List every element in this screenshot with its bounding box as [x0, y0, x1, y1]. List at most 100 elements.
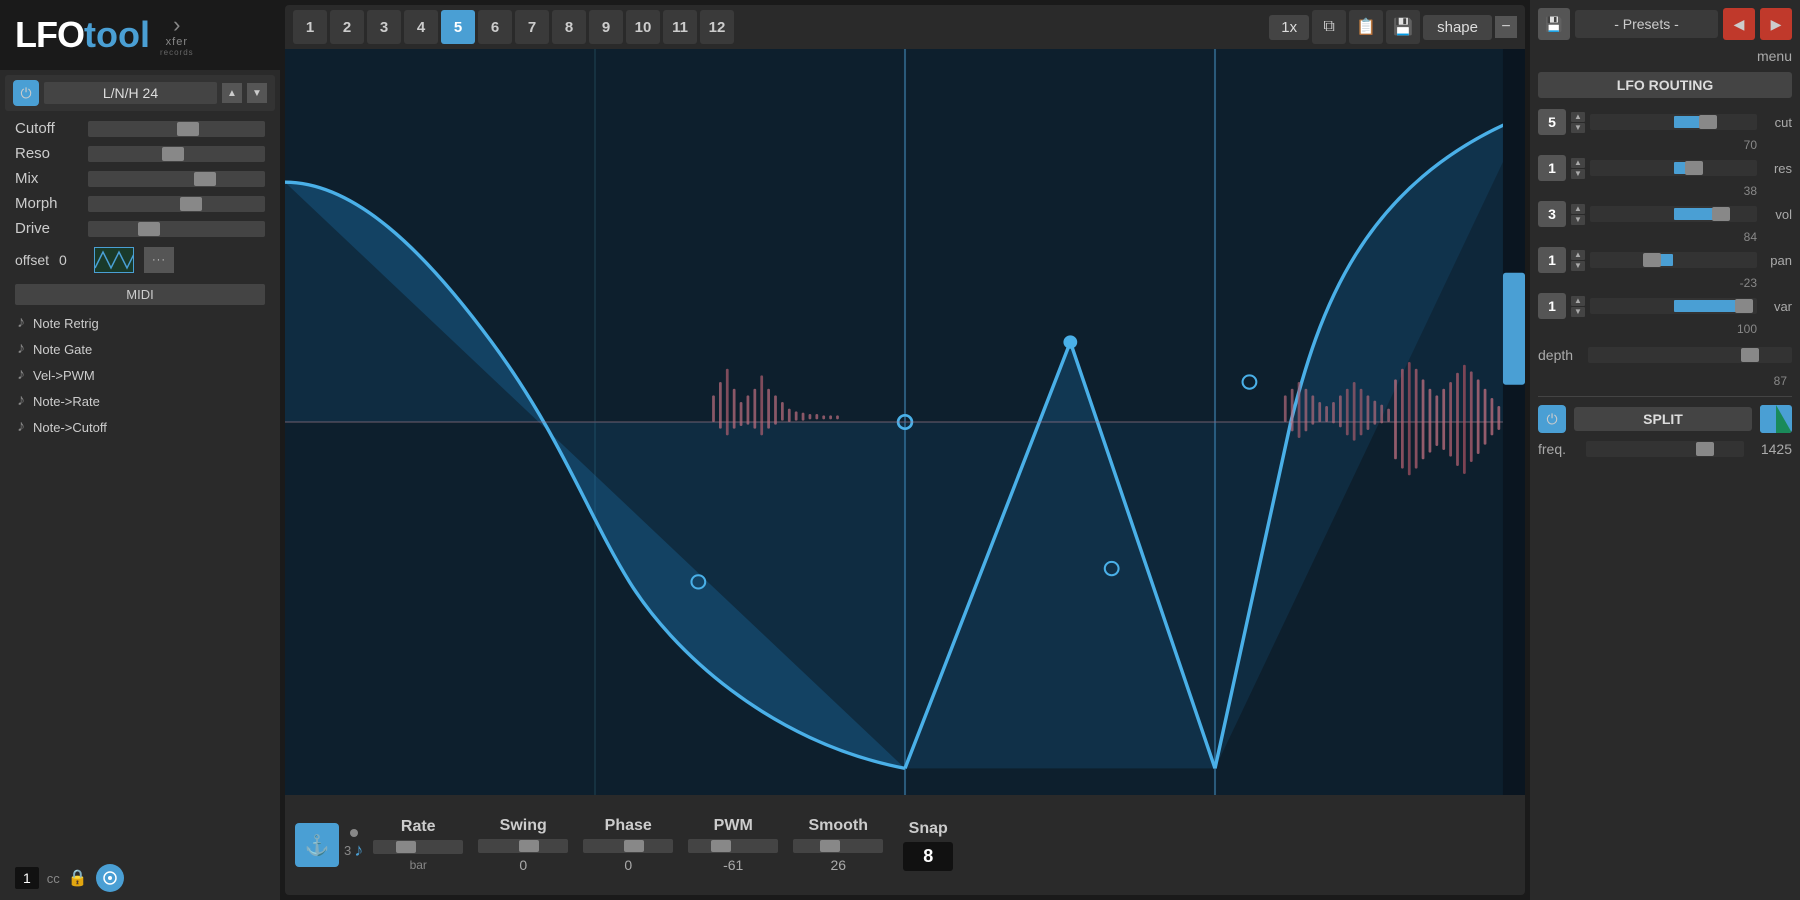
midi-note-gate[interactable]: ♪ Note Gate	[15, 336, 265, 362]
preset-up-arrow[interactable]: ▲	[222, 83, 242, 103]
drive-label: Drive	[15, 220, 80, 237]
lfo-display[interactable]	[285, 49, 1525, 795]
phase-slider[interactable]	[583, 839, 673, 853]
rate-group: Rate bar	[368, 818, 468, 872]
cc-value-box[interactable]: 1	[15, 867, 39, 889]
routing-vol-num[interactable]: 3	[1538, 201, 1566, 227]
tab-11[interactable]: 11	[663, 10, 697, 44]
morph-slider[interactable]	[88, 196, 265, 212]
midi-note-cutoff[interactable]: ♪ Note->Cutoff	[15, 414, 265, 440]
freq-thumb	[1696, 442, 1714, 456]
pwm-slider[interactable]	[688, 839, 778, 853]
cut-routing-slider[interactable]	[1590, 114, 1757, 130]
anchor-button[interactable]: ⚓	[295, 823, 339, 867]
note-icon-5: ♪	[17, 418, 25, 436]
var-step-down[interactable]: ▼	[1571, 307, 1585, 317]
swing-label: Swing	[500, 817, 547, 835]
tab-6[interactable]: 6	[478, 10, 512, 44]
vol-routing-slider[interactable]	[1590, 206, 1757, 222]
var-fill	[1674, 300, 1741, 312]
copy-icon[interactable]: ⧉	[1312, 10, 1346, 44]
tabs-bar: 1 2 3 4 5 6 7 8 9 10 11 12 1x ⧉ 📋 💾 shap…	[285, 5, 1525, 49]
center-panel: 1 2 3 4 5 6 7 8 9 10 11 12 1x ⧉ 📋 💾 shap…	[280, 0, 1530, 900]
tab-1[interactable]: 1	[293, 10, 327, 44]
right-panel: 💾 - Presets - ◀ ▶ menu LFO ROUTING 5 ▲ ▼…	[1530, 0, 1800, 900]
rate-slider[interactable]	[373, 840, 463, 854]
cut-step-down[interactable]: ▼	[1571, 123, 1585, 133]
routing-res-num[interactable]: 1	[1538, 155, 1566, 181]
save-icon[interactable]: 💾	[1386, 10, 1420, 44]
filter-power-button[interactable]: ⏻	[13, 80, 39, 106]
pan-routing-slider[interactable]	[1590, 252, 1757, 268]
tab-4[interactable]: 4	[404, 10, 438, 44]
preset-next-button[interactable]: ▶	[1760, 8, 1792, 40]
cutoff-slider[interactable]	[88, 121, 265, 137]
drive-slider[interactable]	[88, 221, 265, 237]
beat-number[interactable]: 3	[344, 843, 351, 858]
target-button[interactable]	[96, 864, 124, 892]
routing-var-row: 1 ▲ ▼ var	[1538, 290, 1792, 322]
routing-var-num[interactable]: 1	[1538, 293, 1566, 319]
reso-thumb	[162, 147, 184, 161]
depth-label: depth	[1538, 347, 1583, 363]
freq-slider[interactable]	[1586, 441, 1744, 457]
lock-icon[interactable]: 🔒	[68, 868, 88, 888]
tab-8[interactable]: 8	[552, 10, 586, 44]
lfo-waveform-svg	[285, 49, 1525, 795]
smooth-group: Smooth 26	[788, 817, 888, 873]
tab-7[interactable]: 7	[515, 10, 549, 44]
tab-2[interactable]: 2	[330, 10, 364, 44]
rate-label: Rate	[401, 818, 436, 836]
midi-note-rate[interactable]: ♪ Note->Rate	[15, 388, 265, 414]
pan-step-up[interactable]: ▲	[1571, 250, 1585, 260]
tab-3[interactable]: 3	[367, 10, 401, 44]
mix-slider[interactable]	[88, 171, 265, 187]
beat-controls: 3 ♪	[344, 829, 363, 861]
routing-pan-num[interactable]: 1	[1538, 247, 1566, 273]
midi-note-retrig[interactable]: ♪ Note Retrig	[15, 310, 265, 336]
vol-step-up[interactable]: ▲	[1571, 204, 1585, 214]
routing-res-row: 1 ▲ ▼ res	[1538, 152, 1792, 184]
tab-12[interactable]: 12	[700, 10, 734, 44]
preset-down-arrow[interactable]: ▼	[247, 83, 267, 103]
offset-row: offset 0 ···	[0, 241, 280, 279]
tab-9[interactable]: 9	[589, 10, 623, 44]
filter-preset-name[interactable]: L/N/H 24	[44, 82, 217, 104]
var-routing-slider[interactable]	[1590, 298, 1757, 314]
split-hf-icon[interactable]	[1760, 405, 1792, 433]
midi-vel-pwm[interactable]: ♪ Vel->PWM	[15, 362, 265, 388]
routing-var-stepper: ▲ ▼	[1571, 296, 1585, 317]
dots-button[interactable]: ···	[144, 247, 174, 273]
var-step-up[interactable]: ▲	[1571, 296, 1585, 306]
menu-label[interactable]: menu	[1757, 48, 1792, 64]
offset-value[interactable]: 0	[59, 252, 84, 268]
reso-slider[interactable]	[88, 146, 265, 162]
cut-label: cut	[1762, 115, 1792, 130]
mini-lfo-display[interactable]	[94, 247, 134, 273]
preset-prev-button[interactable]: ◀	[1723, 8, 1755, 40]
routing-cut-num[interactable]: 5	[1538, 109, 1566, 135]
res-step-up[interactable]: ▲	[1571, 158, 1585, 168]
pan-label: pan	[1762, 253, 1792, 268]
pan-step-down[interactable]: ▼	[1571, 261, 1585, 271]
presets-dropdown[interactable]: - Presets -	[1575, 10, 1718, 38]
minus-button[interactable]: −	[1495, 16, 1517, 38]
cut-step-up[interactable]: ▲	[1571, 112, 1585, 122]
tab-10[interactable]: 10	[626, 10, 660, 44]
xfer-label: xfer	[166, 36, 188, 48]
res-step-down[interactable]: ▼	[1571, 169, 1585, 179]
paste-icon[interactable]: 📋	[1349, 10, 1383, 44]
split-power-button[interactable]: ⏻	[1538, 405, 1566, 433]
snap-value[interactable]: 8	[903, 842, 953, 871]
rate-display[interactable]: 1x	[1269, 15, 1309, 40]
tab-5[interactable]: 5	[441, 10, 475, 44]
smooth-slider[interactable]	[793, 839, 883, 853]
res-routing-slider[interactable]	[1590, 160, 1757, 176]
depth-slider[interactable]	[1588, 347, 1792, 363]
res-label: res	[1762, 161, 1792, 176]
note-icon: ♪	[354, 840, 363, 861]
shape-button[interactable]: shape	[1423, 15, 1492, 40]
vol-step-down[interactable]: ▼	[1571, 215, 1585, 225]
swing-slider[interactable]	[478, 839, 568, 853]
presets-save-button[interactable]: 💾	[1538, 8, 1570, 40]
